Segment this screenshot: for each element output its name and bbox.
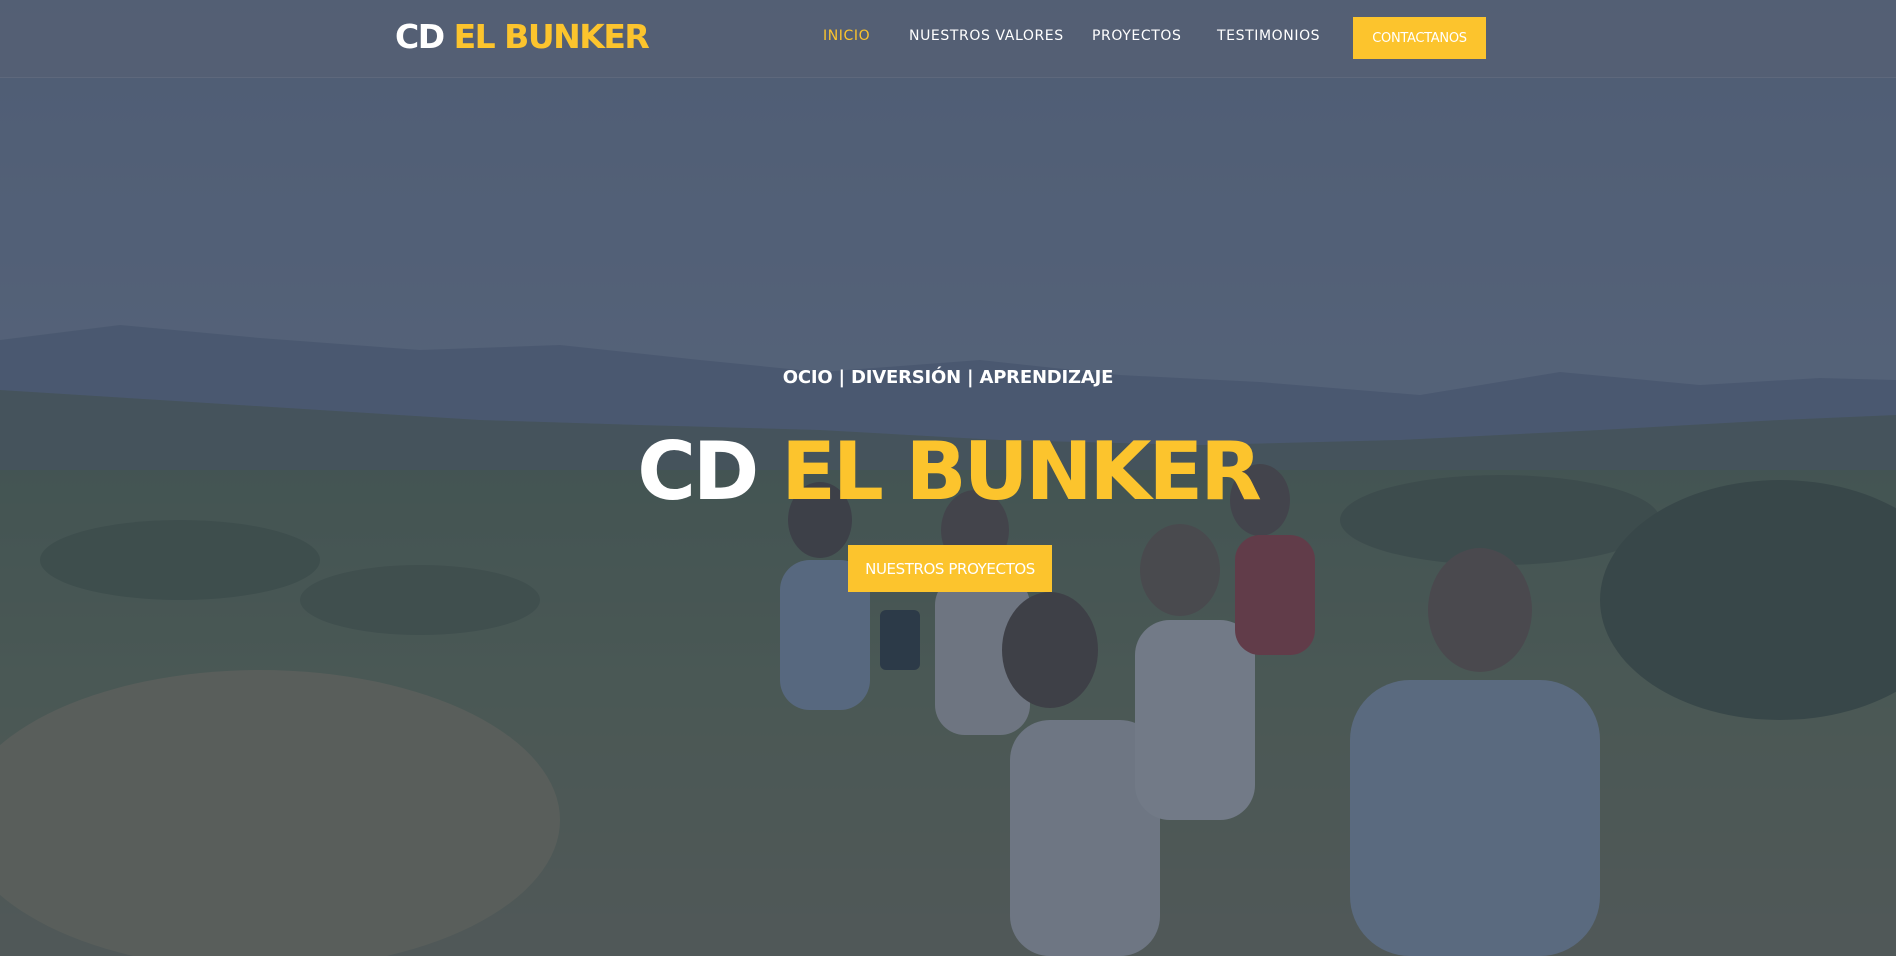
site-header: CD EL BUNKER INICIO NUESTROS VALORES PRO… [0, 0, 1896, 78]
contact-button[interactable]: CONTACTANOS [1353, 17, 1486, 59]
nav-item-nuestros-valores[interactable]: NUESTROS VALORES [909, 28, 1064, 44]
site-logo[interactable]: CD EL BUNKER [395, 17, 650, 57]
hero-tagline: OCIO | DIVERSIÓN | APRENDIZAJE [782, 367, 1114, 388]
logo-prefix: CD [395, 17, 445, 56]
hero-title: CD EL BUNKER [0, 422, 1896, 522]
hero-title-name: EL BUNKER [781, 425, 1262, 518]
nav-item-testimonios[interactable]: TESTIMONIOS [1217, 28, 1320, 44]
hero-title-prefix: CD [637, 425, 759, 518]
our-projects-button[interactable]: NUESTROS PROYECTOS [848, 545, 1052, 592]
nav-item-inicio[interactable]: INICIO [823, 28, 870, 44]
page: CD EL BUNKER INICIO NUESTROS VALORES PRO… [0, 0, 1896, 956]
nav-item-proyectos[interactable]: PROYECTOS [1092, 28, 1181, 44]
logo-name: EL BUNKER [453, 17, 650, 56]
